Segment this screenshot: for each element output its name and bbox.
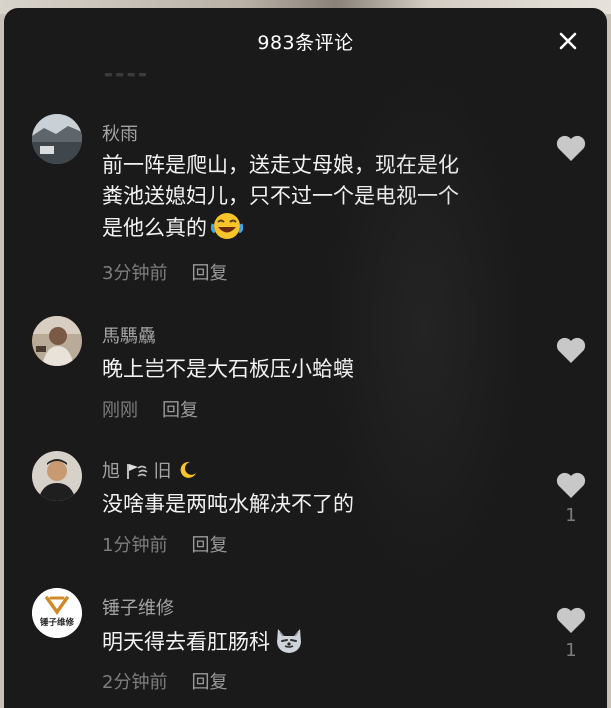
comments-title: 983条评论 [257, 32, 354, 54]
like-button[interactable]: 1 [555, 606, 587, 661]
laughing-emoji-icon [210, 212, 244, 249]
avatar[interactable] [32, 114, 82, 164]
like-button[interactable]: 1 [555, 471, 587, 526]
comment-line: 明天得去看肛肠科 [102, 630, 270, 654]
avatar-logo-text: 锤子维修 [40, 617, 75, 628]
comments-header: 983条评论 [4, 8, 607, 74]
comment-time: 1分钟前 [102, 535, 168, 556]
avatar-image [32, 451, 82, 501]
comment-line: 晚上岂不是大石板压小蛤蟆 [102, 357, 354, 381]
like-button[interactable] [555, 134, 587, 168]
comment-line: 前一阵是爬山，送走丈母娘，现在是化 [102, 153, 459, 177]
reply-button[interactable]: 回复 [191, 535, 227, 556]
like-button[interactable] [555, 336, 587, 370]
comment-text: 前一阵是爬山，送走丈母娘，现在是化 粪池送媳妇儿，只不过一个是电视一个 是他么真… [102, 150, 532, 249]
reply-button[interactable]: 回复 [191, 263, 227, 284]
avatar-image [32, 316, 82, 366]
comment-text: 晚上岂不是大石板压小蛤蟆 [102, 354, 532, 385]
comment-meta: 1分钟前 回复 [102, 531, 227, 557]
heart-icon [556, 607, 586, 633]
comment-line-with-emoji: 是他么真的 [102, 212, 532, 249]
close-icon [559, 32, 577, 50]
avatar[interactable]: 锤子维修 [32, 588, 82, 638]
scrolled-comment-remnant: ▬ ▬ ▬ ▬ [104, 70, 147, 78]
comment-item: 秋雨 前一阵是爬山，送走丈母娘，现在是化 粪池送媳妇儿，只不过一个是电视一个 是… [4, 114, 607, 284]
comments-sheet: 983条评论 ▬ ▬ ▬ ▬ 秋雨 前一阵是爬山，送走丈母娘，现在是化 粪池送媳… [4, 8, 607, 708]
comment-username[interactable]: 秋雨 [102, 120, 138, 146]
username-suffix: 旧 [153, 461, 172, 482]
comment-username[interactable]: 锤子维修 [102, 594, 174, 620]
flag-icon [126, 462, 148, 485]
comment-meta: 刚刚 回复 [102, 396, 198, 422]
heart-icon [556, 472, 586, 498]
comment-item: 锤子维修 锤子维修 明天得去看肛肠科 2分钟前 回复 1 [4, 588, 607, 698]
close-button[interactable] [553, 26, 583, 56]
like-count: 1 [565, 640, 577, 661]
comment-text: 没啥事是两吨水解决不了的 [102, 489, 532, 520]
crescent-moon-icon [177, 460, 197, 485]
comment-line: 没啥事是两吨水解决不了的 [102, 492, 354, 516]
reply-button[interactable]: 回复 [191, 672, 227, 693]
comment-line: 粪池送媳妇儿，只不过一个是电视一个 [102, 184, 459, 208]
like-count: 1 [565, 505, 577, 526]
username-text: 旭 [102, 461, 120, 482]
avatar-image: 锤子维修 [32, 588, 82, 638]
comment-time: 3分钟前 [102, 263, 168, 284]
comment-username[interactable]: 旭 旧 [102, 457, 197, 485]
comment-time: 刚刚 [102, 400, 138, 421]
avatar[interactable] [32, 451, 82, 501]
heart-icon [556, 337, 586, 363]
comment-line-with-emoji: 明天得去看肛肠科 [102, 626, 532, 663]
avatar-image [32, 114, 82, 164]
avatar[interactable] [32, 316, 82, 366]
comment-meta: 2分钟前 回复 [102, 668, 227, 694]
comment-line: 是他么真的 [102, 216, 207, 240]
comment-text: 明天得去看肛肠科 [102, 626, 532, 663]
heart-icon [556, 135, 586, 161]
comment-item: 馬騳驫 晚上岂不是大石板压小蛤蟆 刚刚 回复 [4, 316, 607, 426]
comment-username[interactable]: 馬騳驫 [102, 322, 156, 348]
reply-button[interactable]: 回复 [162, 400, 198, 421]
comment-meta: 3分钟前 回复 [102, 259, 227, 285]
wolf-emoji-icon [274, 626, 304, 663]
comment-time: 2分钟前 [102, 672, 168, 693]
comment-item: 旭 旧 没啥事是两吨水解决不了的 1分钟前 回复 1 [4, 451, 607, 561]
